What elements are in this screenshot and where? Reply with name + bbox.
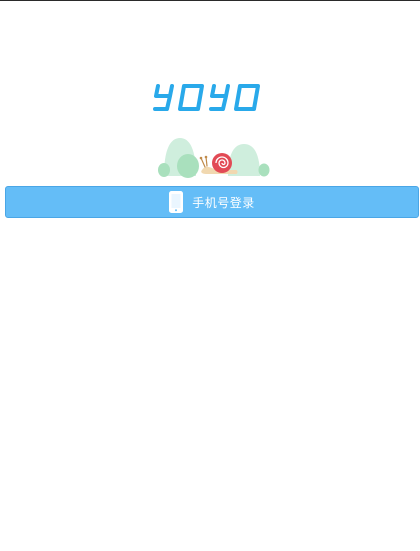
phone-login-button[interactable]: 手机号登录	[5, 186, 419, 218]
login-screen: 手机号登录	[0, 0, 420, 551]
phone-login-label: 手机号登录	[192, 195, 255, 210]
snail-hills-icon	[158, 138, 270, 178]
status-divider	[0, 0, 420, 1]
yoyo-logo	[153, 84, 260, 111]
phone-icon	[169, 191, 184, 213]
